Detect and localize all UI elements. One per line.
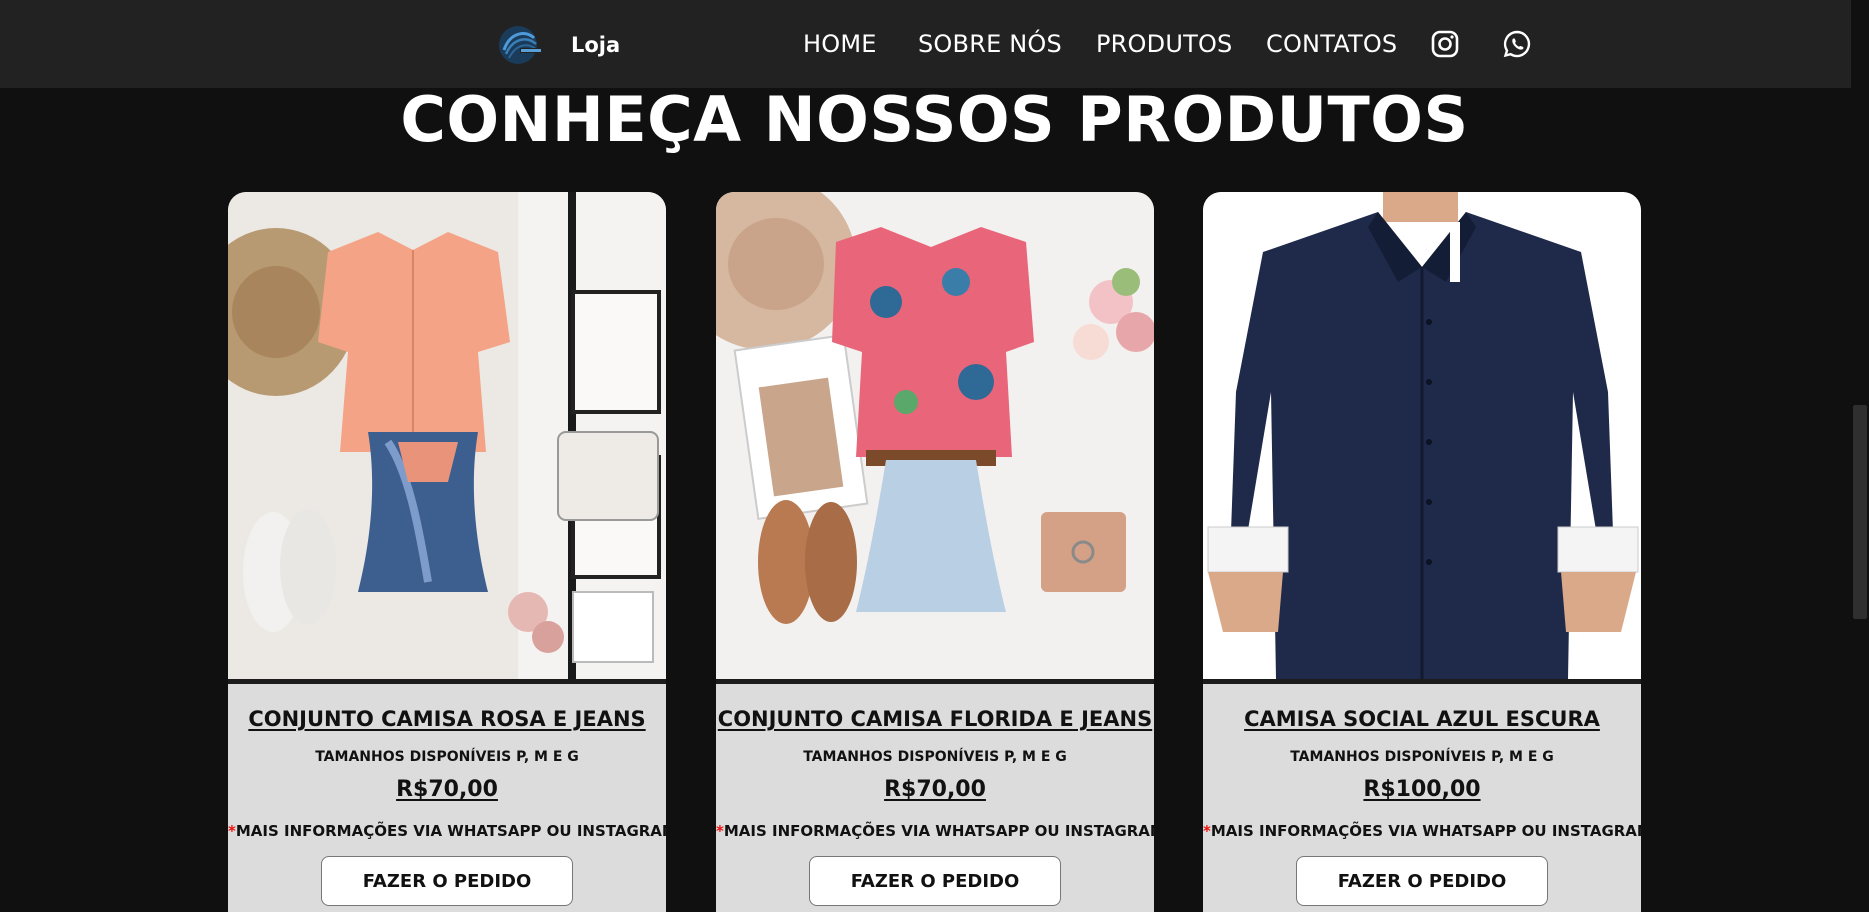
navbar: Loja HOME SOBRE NÓS PRODUTOS CONTATOS	[0, 0, 1869, 88]
product-sizes: TAMANHOS DISPONÍVEIS P, M E G	[315, 749, 579, 765]
page-title: CONHEÇA NOSSOS PRODUTOS	[400, 83, 1469, 156]
product-image-floral-shirt-jeans[interactable]	[716, 192, 1154, 679]
order-button[interactable]: FAZER O PEDIDO	[809, 856, 1061, 906]
order-button[interactable]: FAZER O PEDIDO	[321, 856, 573, 906]
product-image-navy-dress-shirt[interactable]	[1203, 192, 1641, 679]
product-name[interactable]: CONJUNTO CAMISA ROSA E JEANS	[228, 704, 666, 734]
product-info-text: MAIS INFORMAÇÕES VIA WHATSAPP OU INSTAGR…	[723, 822, 1154, 840]
card-divider	[228, 679, 666, 684]
product-info-text: MAIS INFORMAÇÕES VIA WHATSAPP OU INSTAGR…	[1210, 822, 1641, 840]
nav-sobre-nos[interactable]: SOBRE NÓS	[918, 28, 1062, 60]
required-asterisk: *	[1203, 822, 1211, 840]
product-image-pink-shirt-jeans[interactable]	[228, 192, 666, 679]
product-price: R$70,00	[884, 777, 986, 802]
product-card: CAMISA SOCIAL AZUL ESCURA TAMANHOS DISPO…	[1203, 192, 1641, 912]
product-name[interactable]: CAMISA SOCIAL AZUL ESCURA	[1203, 704, 1641, 734]
card-divider	[716, 679, 1154, 684]
product-card: CONJUNTO CAMISA FLORIDA E JEANS TAMANHOS…	[716, 192, 1154, 912]
product-sizes: TAMANHOS DISPONÍVEIS P, M E G	[1290, 749, 1554, 765]
product-name[interactable]: CONJUNTO CAMISA FLORIDA E JEANS	[716, 704, 1154, 734]
nav-produtos[interactable]: PRODUTOS	[1096, 28, 1232, 60]
order-button[interactable]: FAZER O PEDIDO	[1296, 856, 1548, 906]
scrollbar-thumb[interactable]	[1853, 405, 1867, 619]
instagram-icon[interactable]	[1430, 29, 1460, 59]
card-divider	[1203, 679, 1641, 684]
whatsapp-icon[interactable]	[1502, 29, 1532, 59]
product-price: R$100,00	[1363, 777, 1481, 802]
nav-contatos[interactable]: CONTATOS	[1266, 28, 1397, 60]
product-info-text: MAIS INFORMAÇÕES VIA WHATSAPP OU INSTAGR…	[235, 822, 666, 840]
product-sizes: TAMANHOS DISPONÍVEIS P, M E G	[803, 749, 1067, 765]
required-asterisk: *	[228, 822, 236, 840]
product-price: R$70,00	[396, 777, 498, 802]
product-info: *MAIS INFORMAÇÕES VIA WHATSAPP OU INSTAG…	[228, 820, 666, 842]
product-info: *MAIS INFORMAÇÕES VIA WHATSAPP OU INSTAG…	[1203, 820, 1641, 842]
product-info: *MAIS INFORMAÇÕES VIA WHATSAPP OU INSTAG…	[716, 820, 1154, 842]
brand-logo-icon[interactable]	[496, 24, 544, 66]
brand-name[interactable]: Loja	[571, 30, 620, 60]
required-asterisk: *	[716, 822, 724, 840]
nav-home[interactable]: HOME	[803, 28, 877, 60]
product-card: CONJUNTO CAMISA ROSA E JEANS TAMANHOS DI…	[228, 192, 666, 912]
